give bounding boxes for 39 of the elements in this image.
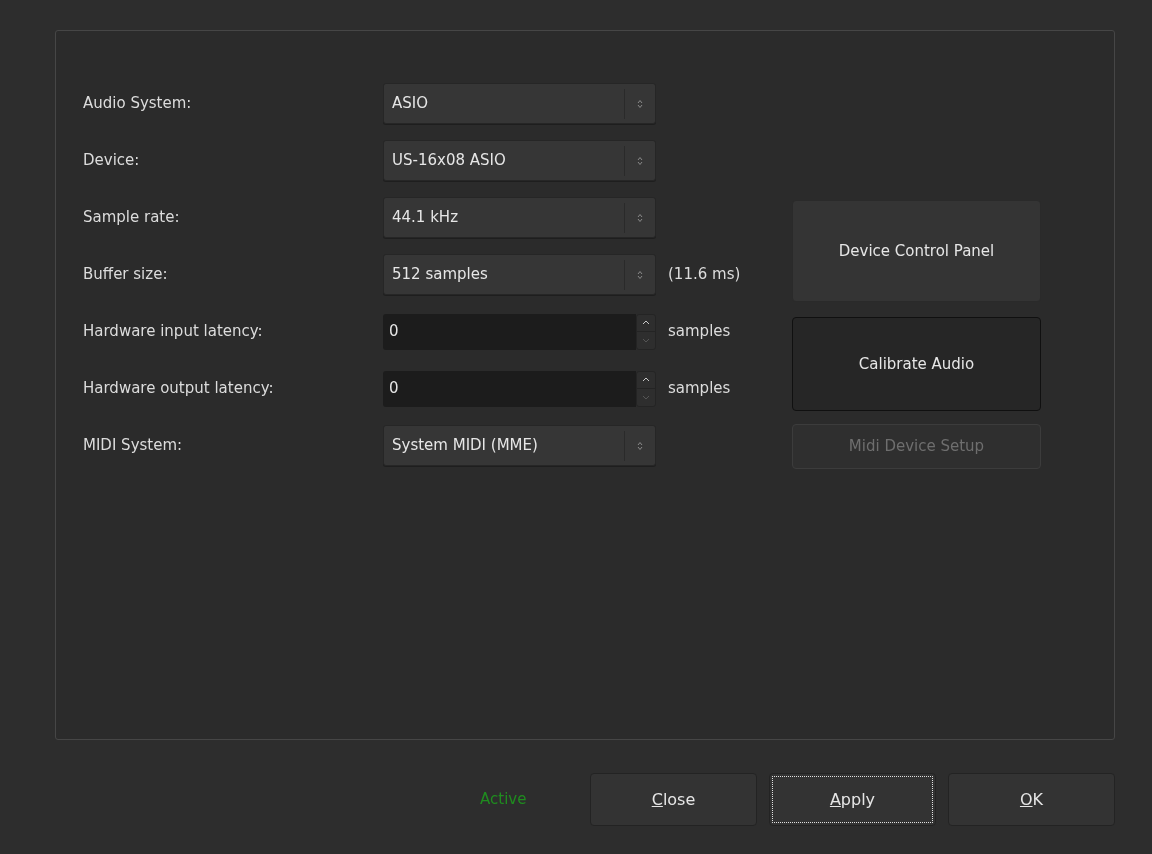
dialog-button[interactable]: Apply (769, 773, 936, 826)
up-down-arrows-icon (637, 155, 643, 166)
unit-label: samples (668, 321, 731, 343)
dropdown[interactable]: ASIO (383, 83, 656, 124)
up-down-arrows-icon (637, 440, 643, 451)
dialog-button[interactable]: OK (948, 773, 1115, 826)
dropdown-value: 44.1 kHz (391, 207, 459, 229)
side-button[interactable]: Device Control Panel (792, 200, 1041, 302)
caret-up-icon (642, 320, 650, 325)
setting-label: Device: (83, 150, 141, 172)
dropdown-value: 512 samples (391, 264, 489, 286)
dropdown[interactable]: US-16x08 ASIO (383, 140, 656, 181)
setting-label: Buffer size: (83, 264, 169, 286)
up-down-arrows-icon (637, 98, 643, 109)
unit-label: samples (668, 378, 731, 400)
dropdown[interactable]: 512 samples (383, 254, 656, 295)
dropdown-value: US-16x08 ASIO (391, 150, 507, 172)
setting-label: Audio System: (83, 93, 193, 115)
dropdown[interactable]: 44.1 kHz (383, 197, 656, 238)
caret-up-icon (642, 377, 650, 382)
unit-label: (11.6 ms) (668, 264, 741, 286)
spin-button[interactable] (636, 370, 656, 407)
dialog-button[interactable]: Close (590, 773, 757, 826)
number-field[interactable]: 0 (383, 370, 636, 407)
setting-label: Hardware input latency: (83, 321, 264, 343)
setting-label: MIDI System: (83, 435, 184, 457)
dropdown-value: ASIO (391, 93, 429, 115)
caret-down-icon (642, 394, 650, 400)
number-field[interactable]: 0 (383, 313, 636, 350)
dropdown-value: System MIDI (MME) (391, 435, 539, 457)
up-down-arrows-icon (637, 212, 643, 223)
up-down-arrows-icon (637, 269, 643, 280)
spin-button[interactable] (636, 313, 656, 350)
dropdown[interactable]: System MIDI (MME) (383, 425, 656, 466)
setting-label: Hardware output latency: (83, 378, 275, 400)
caret-down-icon (642, 337, 650, 343)
status-text: Active (480, 789, 528, 811)
setting-label: Sample rate: (83, 207, 181, 229)
side-button[interactable]: Calibrate Audio (792, 317, 1041, 411)
